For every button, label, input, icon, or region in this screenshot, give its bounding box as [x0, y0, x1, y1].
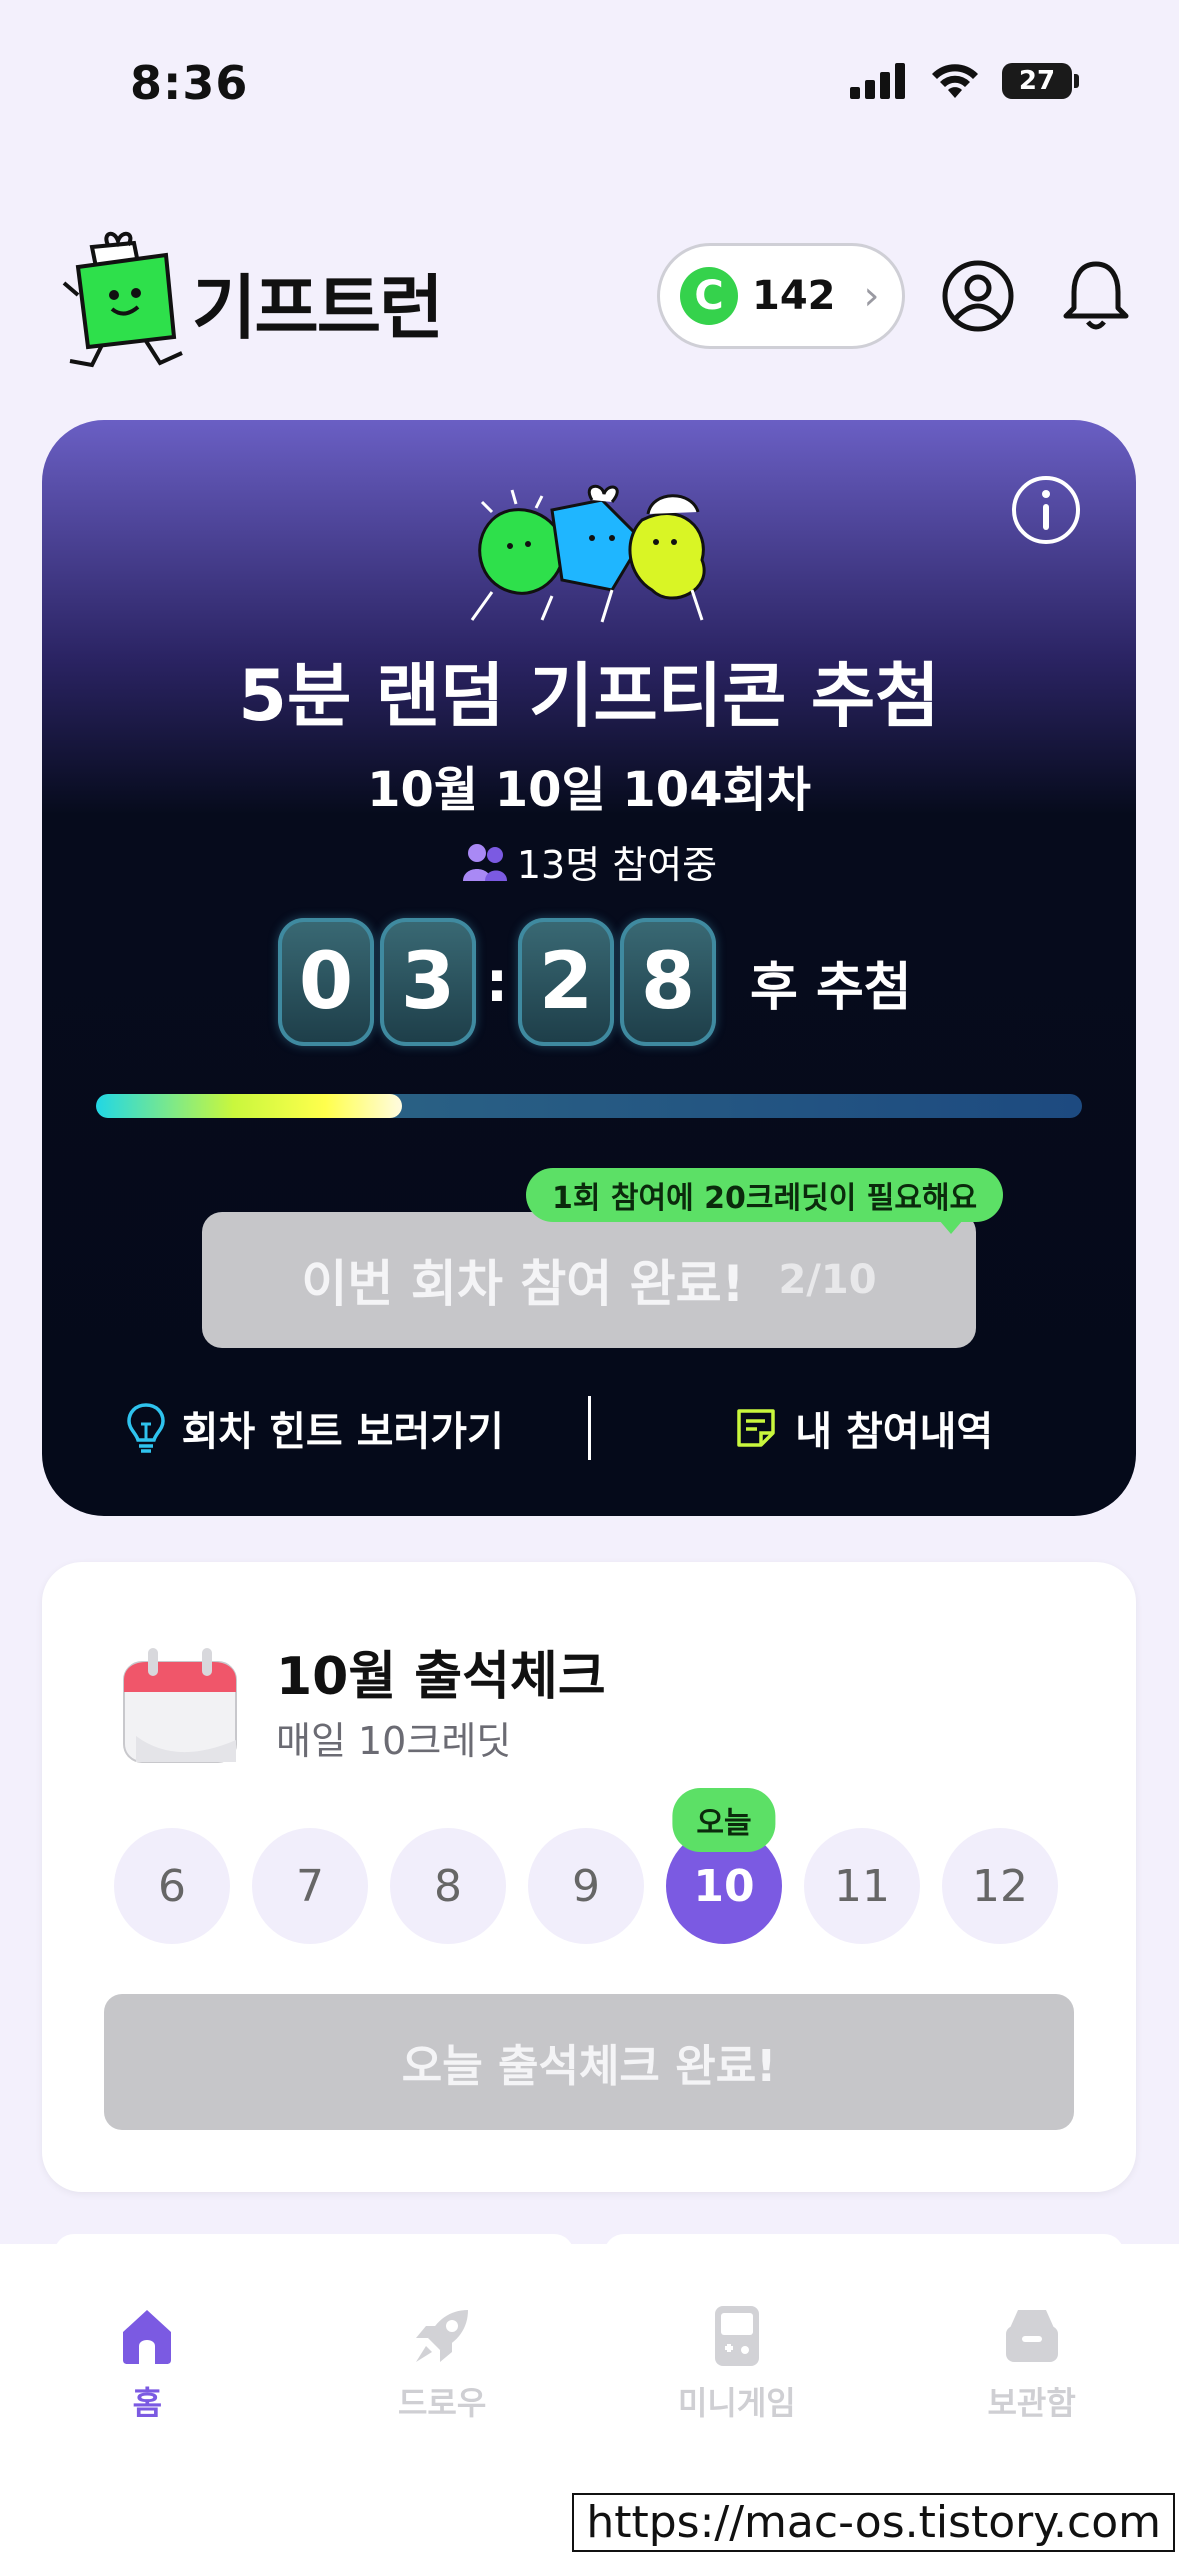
nav-label: 보관함	[987, 2384, 1076, 2422]
attendance-day-number: 8	[434, 1860, 462, 1912]
chevron-right-icon: ›	[863, 273, 880, 319]
timer-colon: :	[485, 949, 509, 1015]
info-icon[interactable]	[1010, 474, 1082, 546]
credit-balance-button[interactable]: C 142 ›	[657, 243, 905, 349]
my-history-link[interactable]: 내 참여내역	[591, 1399, 1137, 1457]
status-icons: 27	[850, 62, 1079, 100]
home-icon	[123, 2310, 172, 2364]
attendance-day: 8	[390, 1828, 506, 1944]
attendance-check-button[interactable]: 오늘 출석체크 완료!	[104, 1994, 1074, 2130]
credit-coin-icon: C	[680, 267, 738, 325]
participants-label: 13명 참여중	[516, 843, 718, 887]
timer-digit: 3	[380, 918, 476, 1046]
storage-box-icon	[1005, 2310, 1058, 2362]
logo-text[interactable]: 기프트런	[192, 252, 444, 353]
timer-digit: 8	[620, 918, 716, 1046]
attendance-day-today: 10 오늘	[666, 1788, 782, 1944]
nav-label: 홈	[132, 2384, 163, 2422]
bell-icon[interactable]	[1058, 258, 1134, 334]
credit-value: 142	[752, 273, 836, 319]
attendance-day: 11	[804, 1828, 920, 1944]
countdown-timer: 0 3 : 2 8 후 추첨	[278, 918, 912, 1046]
rocket-icon	[416, 2310, 469, 2362]
mascots-illustration	[470, 484, 706, 623]
attendance-day-number: 6	[158, 1860, 186, 1912]
lottery-card: 5분 랜덤 기프티콘 추첨 10월 10일 104회차 13명 참여중 0 3 …	[42, 420, 1136, 1516]
today-badge: 오늘	[672, 1788, 776, 1852]
people-icon	[462, 843, 507, 881]
nav-draw[interactable]: 드로우	[295, 2244, 590, 2558]
battery-level: 27	[1018, 66, 1056, 96]
watermark: https://mac-os.tistory.com	[572, 2493, 1175, 2552]
join-round-button[interactable]: 이번 회차 참여 완료! 2/10	[202, 1212, 976, 1348]
participants-count: 13명 참여중	[42, 834, 1136, 889]
gameboy-icon	[714, 2306, 759, 2366]
join-count: 2/10	[778, 1257, 877, 1303]
card-links: 회차 힌트 보러가기 내 참여내역	[42, 1388, 1136, 1468]
attendance-card: 10월 출석체크 매일 10크레딧 6 7 8 9 10 오늘 11 12 오늘 출석체크 완…	[42, 1562, 1136, 2192]
logo-mascot-icon	[62, 231, 183, 368]
calendar-icon	[123, 1648, 237, 1763]
join-button-label: 이번 회차 참여 완료!	[301, 1255, 745, 1313]
nav-label: 드로우	[397, 2384, 487, 2422]
timer-digit: 2	[518, 918, 614, 1046]
nav-home[interactable]: 홈	[0, 2244, 295, 2558]
attendance-title: 10월 출석체크	[276, 1647, 606, 1707]
attendance-day-number: 7	[296, 1860, 324, 1912]
attendance-days: 6 7 8 9 10 오늘 11 12	[114, 1788, 1058, 1944]
lottery-round: 10월 10일 104회차	[367, 762, 811, 818]
attendance-subtitle: 매일 10크레딧	[276, 1719, 512, 1763]
attendance-day: 12	[942, 1828, 1058, 1944]
attendance-day-number: 9	[572, 1860, 600, 1912]
notes-icon	[737, 1409, 776, 1447]
signal-icon	[850, 63, 905, 99]
progress-fill	[96, 1094, 402, 1118]
attendance-day: 6	[114, 1828, 230, 1944]
timer-suffix: 후 추첨	[750, 957, 912, 1018]
round-progress-bar	[96, 1094, 1082, 1118]
lottery-title: 5분 랜덤 기프티콘 추첨	[238, 655, 940, 737]
attendance-day-number: 12	[972, 1860, 1028, 1912]
wifi-icon	[932, 64, 978, 98]
round-hint-link[interactable]: 회차 힌트 보러가기	[42, 1399, 588, 1457]
my-history-label: 내 참여내역	[795, 1409, 994, 1455]
round-hint-label: 회차 힌트 보러가기	[181, 1409, 504, 1455]
attendance-day-number: 10	[693, 1860, 755, 1912]
attendance-day: 7	[252, 1828, 368, 1944]
timer-digit: 0	[278, 918, 374, 1046]
lightbulb-icon	[126, 1403, 165, 1453]
attendance-day: 9	[528, 1828, 644, 1944]
attendance-day-number: 11	[834, 1860, 890, 1912]
battery-icon: 27	[1002, 63, 1072, 99]
profile-icon[interactable]	[940, 258, 1016, 334]
status-time: 8:36	[130, 56, 249, 110]
nav-label: 미니게임	[677, 2384, 796, 2422]
credit-cost-tooltip: 1회 참여에 20크레딧이 필요해요	[526, 1168, 1004, 1234]
